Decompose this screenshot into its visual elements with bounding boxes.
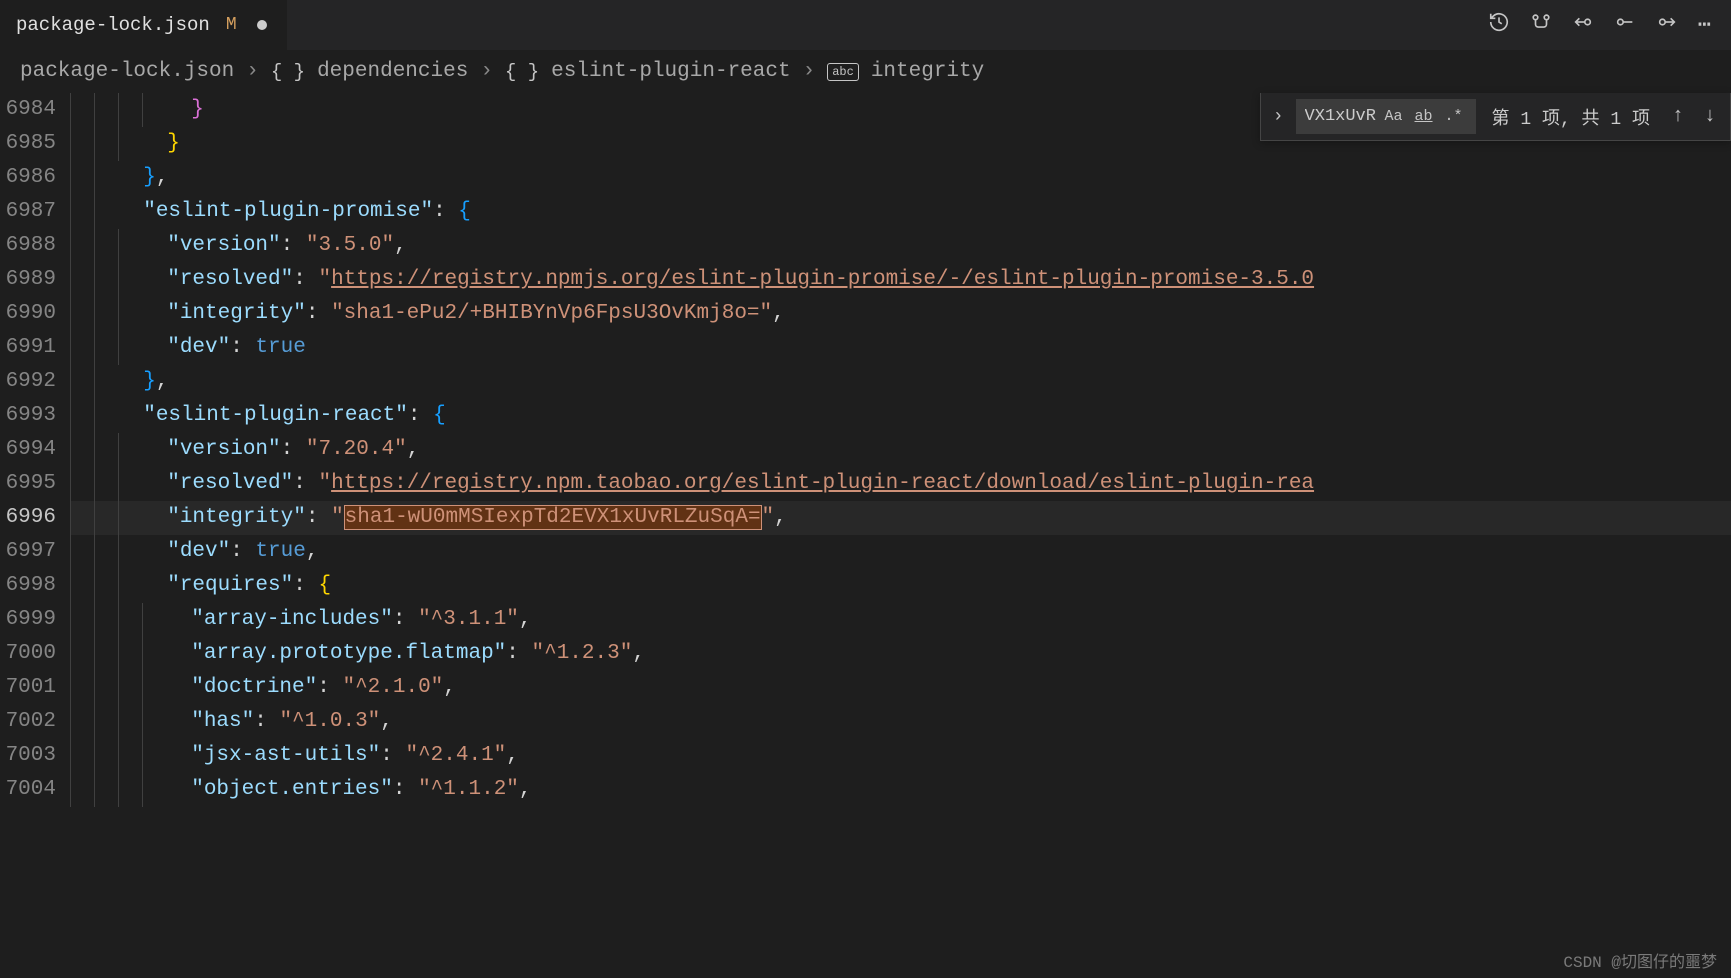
run-icon[interactable] xyxy=(1572,11,1594,39)
code-line[interactable]: "dev": true, xyxy=(70,535,1731,569)
tab-dirty-dot-icon xyxy=(257,20,267,30)
code-line[interactable]: "has": "^1.0.3", xyxy=(70,705,1731,739)
tab-filename: package-lock.json xyxy=(16,14,210,36)
editor-actions: ⋯ xyxy=(1488,11,1731,39)
code-line[interactable]: "version": "3.5.0", xyxy=(70,229,1731,263)
code-line[interactable]: }, xyxy=(70,161,1731,195)
tab-modified-indicator: M xyxy=(226,15,237,35)
braces-icon: { } xyxy=(505,61,539,83)
breadcrumb-file[interactable]: package-lock.json xyxy=(20,60,234,83)
code-line[interactable]: "integrity": "sha1-ePu2/+BHIBYnVp6FpsU3O… xyxy=(70,297,1731,331)
code-line[interactable]: "requires": { xyxy=(70,569,1731,603)
code-area[interactable]: } } }, "eslint-plugin-promise": { "versi… xyxy=(70,93,1731,807)
code-line[interactable]: "doctrine": "^2.1.0", xyxy=(70,671,1731,705)
code-line[interactable]: } xyxy=(70,127,1731,161)
tab-bar: package-lock.json M ⋯ xyxy=(0,0,1731,50)
code-line[interactable]: "array.prototype.flatmap": "^1.2.3", xyxy=(70,637,1731,671)
code-line[interactable]: }, xyxy=(70,365,1731,399)
breadcrumb-dependencies[interactable]: dependencies xyxy=(317,60,468,83)
code-line[interactable]: "array-includes": "^3.1.1", xyxy=(70,603,1731,637)
code-line[interactable]: "object.entries": "^1.1.2", xyxy=(70,773,1731,807)
chevron-right-icon: › xyxy=(246,60,259,83)
code-line[interactable]: "eslint-plugin-react": { xyxy=(70,399,1731,433)
code-editor[interactable]: 6984698569866987698869896990699169926993… xyxy=(0,93,1731,807)
code-line[interactable]: "version": "7.20.4", xyxy=(70,433,1731,467)
split-down-icon[interactable] xyxy=(1656,11,1678,39)
watermark: CSDN @切图仔的噩梦 xyxy=(1563,948,1717,972)
code-line[interactable]: "integrity": "sha1-wU0mMSIexpTd2EVX1xUvR… xyxy=(70,501,1731,535)
code-line[interactable]: } xyxy=(70,93,1731,127)
more-actions-icon[interactable]: ⋯ xyxy=(1698,12,1711,38)
code-line[interactable]: "resolved": "https://registry.npmjs.org/… xyxy=(70,263,1731,297)
breadcrumbs[interactable]: package-lock.json › { } dependencies › {… xyxy=(0,50,1731,93)
chevron-right-icon: › xyxy=(480,60,493,83)
breadcrumb-package[interactable]: eslint-plugin-react xyxy=(551,60,790,83)
history-icon[interactable] xyxy=(1488,11,1510,39)
string-type-icon: abc xyxy=(827,63,859,81)
code-line[interactable]: "jsx-ast-utils": "^2.4.1", xyxy=(70,739,1731,773)
braces-icon: { } xyxy=(271,61,305,83)
compare-icon[interactable] xyxy=(1530,11,1552,39)
breadcrumb-key[interactable]: integrity xyxy=(871,60,984,83)
chevron-right-icon: › xyxy=(803,60,816,83)
code-line[interactable]: "dev": true xyxy=(70,331,1731,365)
split-right-icon[interactable] xyxy=(1614,11,1636,39)
line-gutter: 6984698569866987698869896990699169926993… xyxy=(0,93,70,807)
code-line[interactable]: "eslint-plugin-promise": { xyxy=(70,195,1731,229)
code-line[interactable]: "resolved": "https://registry.npm.taobao… xyxy=(70,467,1731,501)
file-tab[interactable]: package-lock.json M xyxy=(0,0,287,50)
